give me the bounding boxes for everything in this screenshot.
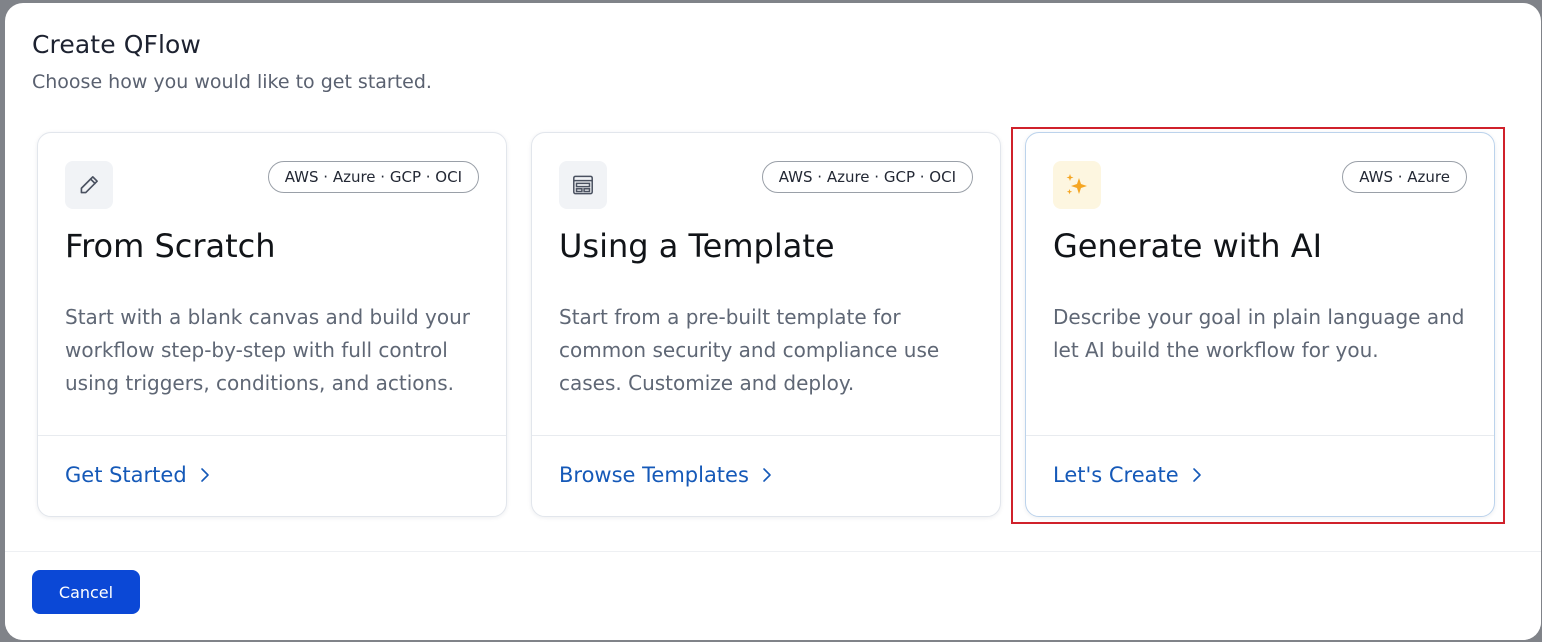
- get-started-link[interactable]: Get Started: [65, 463, 211, 487]
- card-description: Start from a pre-built template for comm…: [559, 305, 940, 395]
- card-using-template[interactable]: AWS · Azure · GCP · OCI Using a Template…: [531, 132, 1001, 517]
- browse-templates-link[interactable]: Browse Templates: [559, 463, 773, 487]
- dialog-title: Create QFlow: [32, 30, 201, 59]
- chevron-right-icon: [763, 468, 771, 482]
- cloud-support-badge: AWS · Azure: [1342, 161, 1467, 193]
- card-title: From Scratch: [65, 227, 276, 265]
- cloud-support-badge: AWS · Azure · GCP · OCI: [761, 161, 973, 193]
- card-description: Describe your goal in plain language and…: [1053, 305, 1465, 362]
- cancel-button[interactable]: Cancel: [32, 570, 140, 614]
- template-icon: [559, 161, 607, 209]
- card-generate-with-ai[interactable]: AWS · Azure Generate with AI Describe yo…: [1025, 132, 1495, 517]
- card-title: Generate with AI: [1053, 227, 1323, 265]
- pencil-icon: [65, 161, 113, 209]
- card-from-scratch[interactable]: AWS · Azure · GCP · OCI From Scratch Sta…: [37, 132, 507, 517]
- card-action-label: Let's Create: [1053, 463, 1179, 487]
- card-description: Start with a blank canvas and build your…: [65, 305, 471, 395]
- dialog-footer: [5, 551, 1541, 640]
- card-divider: [532, 435, 1000, 436]
- card-divider: [38, 435, 506, 436]
- chevron-right-icon: [1192, 468, 1201, 482]
- card-action-label: Browse Templates: [559, 463, 749, 487]
- card-title: Using a Template: [559, 227, 835, 265]
- create-qflow-dialog: Create QFlow Choose how you would like t…: [5, 3, 1541, 640]
- dialog-subtitle: Choose how you would like to get started…: [32, 71, 432, 93]
- card-divider: [1026, 435, 1494, 436]
- card-action-label: Get Started: [65, 463, 187, 487]
- sparkles-icon: [1053, 161, 1101, 209]
- cloud-support-badge: AWS · Azure · GCP · OCI: [267, 161, 479, 193]
- chevron-right-icon: [200, 468, 209, 482]
- lets-create-link[interactable]: Let's Create: [1053, 463, 1203, 487]
